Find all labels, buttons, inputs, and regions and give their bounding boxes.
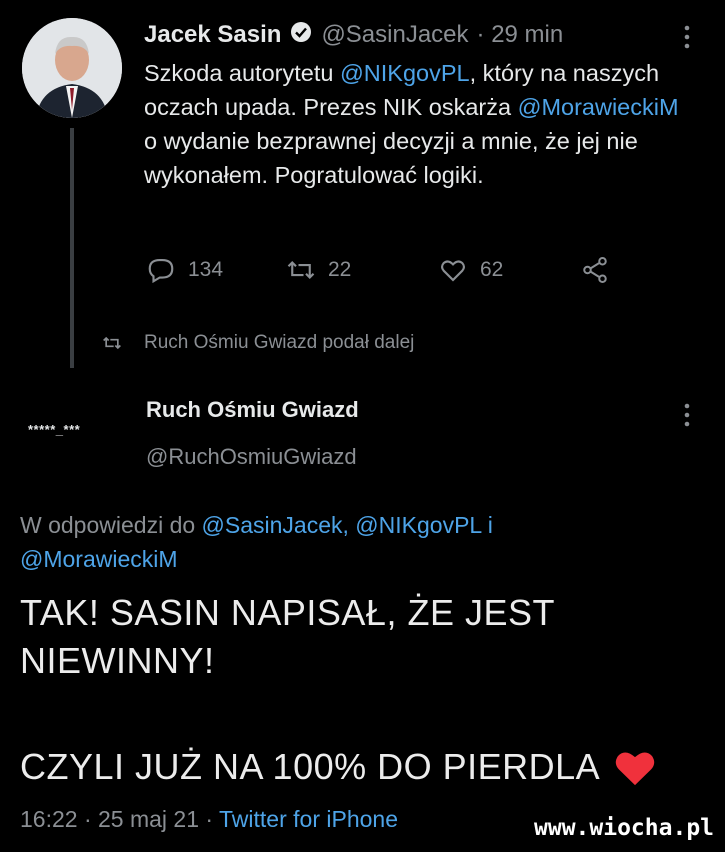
mention-nikgovpl[interactable]: @NIKgovPL (340, 60, 470, 86)
like-icon (441, 260, 465, 282)
more-icon[interactable] (682, 24, 692, 50)
reply-mention-nikgovpl[interactable]: @NIKgovPL (355, 512, 481, 538)
reply-count: 134 (188, 258, 224, 281)
author-handle[interactable]: @SasinJacek (321, 21, 468, 49)
tweet2-line2: NIEWINNY! (20, 640, 215, 681)
thread-line (70, 128, 74, 368)
tweet-time[interactable]: · 29 min (477, 21, 564, 49)
like-count: 62 (480, 258, 504, 281)
avatar-jacek-sasin[interactable] (22, 18, 122, 118)
tweet2-date[interactable]: 16:22 · 25 maj 21 · (20, 806, 219, 832)
reply-mention-sasinjacek[interactable]: @SasinJacek (202, 512, 343, 538)
more2-icon[interactable] (682, 402, 692, 428)
tweet2-meta: 16:22 · 25 maj 21 · Twitter for iPhone (20, 806, 398, 833)
avatar-text: *****_*** (28, 422, 81, 437)
author-name[interactable]: Jacek Sasin (144, 21, 281, 49)
mention-morawieckim[interactable]: @MorawieckiM (518, 94, 679, 120)
author2-name[interactable]: Ruch Ośmiu Gwiazd (146, 397, 359, 423)
tweet2-line3: CZYLI JUŻ NA 100% DO PIERDLA (20, 746, 601, 787)
share-button[interactable] (580, 255, 610, 285)
tweet2-line1: TAK! SASIN NAPISAŁ, ŻE JEST (20, 592, 555, 633)
heart-icon (615, 752, 655, 786)
retweet-button[interactable]: 22 (286, 255, 351, 285)
share-icon (583, 257, 607, 283)
retweet-notice[interactable]: Ruch Ośmiu Gwiazd podał dalej (102, 332, 414, 354)
tweet2-line3-row: CZYLI JUŻ NA 100% DO PIERDLA (20, 744, 658, 790)
tweet1-header: Jacek Sasin @SasinJacek · 29 min (144, 20, 563, 49)
tweet2-source[interactable]: Twitter for iPhone (219, 806, 398, 832)
retweet-count: 22 (328, 258, 352, 281)
reply-mention-morawieckim[interactable]: @MorawieckiM (20, 546, 178, 572)
tweet1-text: Szkoda autorytetu @NIKgovPL, który na na… (144, 60, 679, 188)
reply-icon (148, 258, 174, 284)
retweet-small-icon (103, 336, 121, 350)
avatar-ruch-osmiu-gwiazd[interactable]: *****_*** (28, 422, 80, 437)
author2-handle[interactable]: @RuchOsmiuGwiazd (146, 444, 357, 470)
like-button[interactable]: 62 (438, 255, 503, 285)
verified-badge-icon (289, 20, 313, 49)
reply-context: W odpowiedzi do @SasinJacek, @NIKgovPL i… (20, 512, 493, 572)
reply-button[interactable]: 134 (146, 255, 223, 285)
retweet-icon (287, 260, 315, 280)
watermark: www.wiocha.pl (534, 815, 715, 841)
retweet-notice-text: Ruch Ośmiu Gwiazd podał dalej (144, 332, 415, 353)
